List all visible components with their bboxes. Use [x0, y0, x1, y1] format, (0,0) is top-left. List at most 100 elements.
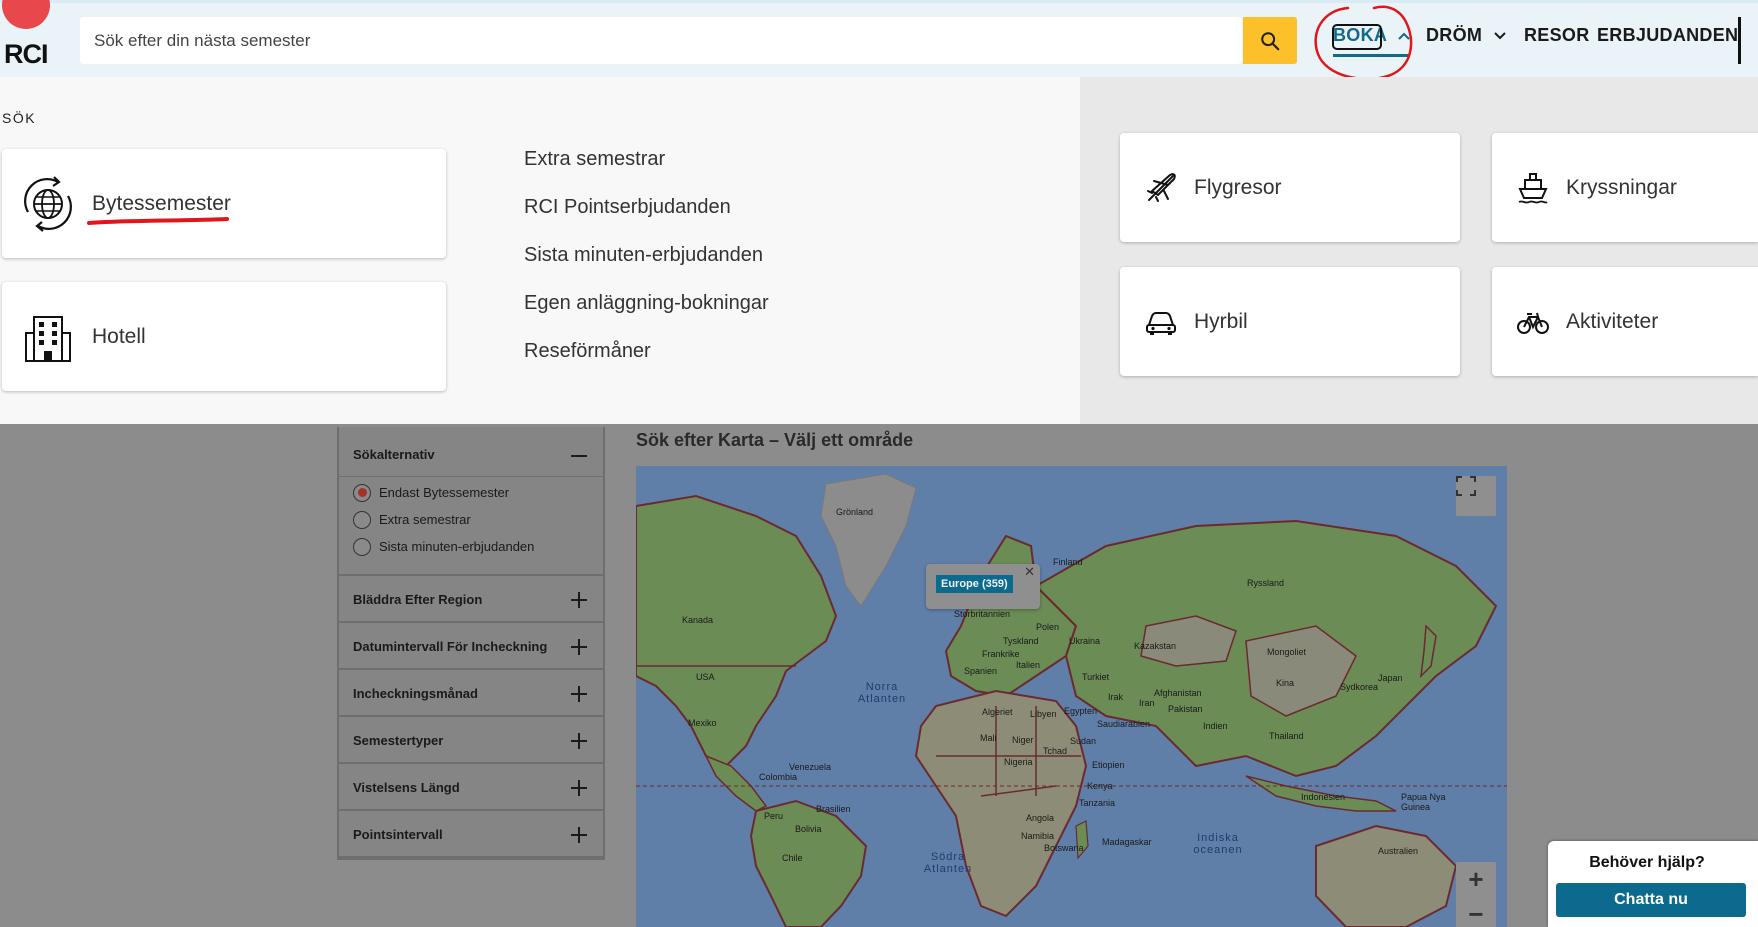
link-egen-anlaggning[interactable]: Egen anläggning-bokningar — [524, 279, 769, 327]
dropdown-section-label: SÖK — [2, 110, 37, 126]
radio-unselected-icon[interactable] — [353, 537, 371, 556]
expand-plus-icon[interactable] — [571, 686, 587, 702]
map-label-indien: Indien — [1203, 721, 1228, 731]
annotation-underline — [87, 217, 229, 225]
card-hyrbil[interactable]: Hyrbil — [1120, 267, 1460, 376]
radio-option-label: Extra semestrar — [379, 512, 471, 527]
expand-plus-icon[interactable] — [571, 592, 587, 608]
map-label-ukraina: Ukraina — [1069, 636, 1101, 646]
map-label-tyskland: Tyskland — [1003, 636, 1039, 646]
map-label-iran: Iran — [1139, 698, 1155, 708]
accordion-datumintervall[interactable]: Datumintervall För Incheckning — [339, 623, 603, 670]
link-extra-semestrar[interactable]: Extra semestrar — [524, 135, 769, 183]
globe-exchange-icon — [24, 175, 72, 232]
world-map[interactable]: Grönland Kanada USA Mexiko Finland Ryssl… — [636, 466, 1507, 927]
card-bytessemester[interactable]: Bytessemester — [2, 149, 446, 258]
expand-plus-icon[interactable] — [571, 733, 587, 749]
card-aktiviteter[interactable]: Aktiviteter — [1492, 267, 1758, 376]
map-label-venezuela: Venezuela — [789, 762, 832, 772]
collapse-minus-icon[interactable] — [571, 455, 587, 457]
map-label-kenya: Kenya — [1087, 781, 1113, 791]
card-hotell[interactable]: Hotell — [2, 282, 446, 391]
nav-drom-label: DRÖM — [1426, 25, 1483, 45]
ocean-label-south-atlantic: Södra Atlanten — [923, 851, 973, 875]
map-label-egypten: Egypten — [1064, 706, 1098, 716]
zoom-controls: + − — [1456, 862, 1496, 927]
map-label-ryssland: Ryssland — [1247, 578, 1285, 588]
map-label-finland: Finland — [1053, 557, 1083, 567]
header-divider — [1738, 17, 1741, 64]
map-label-colombia: Colombia — [759, 772, 798, 782]
search-option-radios: Endast Bytessemester Extra semestrar Sis… — [339, 477, 603, 576]
map-label-madagaskar: Madagaskar — [1102, 837, 1152, 847]
radio-option[interactable]: Sista minuten-erbjudanden — [353, 533, 603, 560]
link-rci-pointserbjudanden[interactable]: RCI Pointserbjudanden — [524, 183, 769, 231]
fullscreen-icon — [1456, 476, 1476, 496]
accordion-region[interactable]: Bläddra Efter Region — [339, 576, 603, 623]
link-sista-minuten[interactable]: Sista minuten-erbjudanden — [524, 231, 769, 279]
accordion-label: Pointsintervall — [353, 827, 443, 842]
boka-dropdown-panel: SÖK Bytessemester Hotell Extra semestrar… — [0, 77, 1758, 424]
dropdown-links: Extra semestrar RCI Pointserbjudanden Si… — [524, 135, 769, 375]
search-input[interactable]: Sök efter din nästa semester — [80, 17, 1242, 64]
accordion-label: Semestertyper — [353, 733, 444, 748]
europe-region-tag[interactable]: Europe (359) — [936, 575, 1013, 593]
map-label-libyen: Libyen — [1030, 709, 1057, 719]
chat-now-button[interactable]: Chatta nu — [1556, 883, 1746, 917]
radio-option[interactable]: Endast Bytessemester — [353, 479, 603, 506]
close-icon[interactable]: ✕ — [1024, 564, 1035, 580]
chevron-down-icon — [1493, 32, 1506, 40]
accordion-semestertyper[interactable]: Semestertyper — [339, 717, 603, 764]
expand-plus-icon[interactable] — [571, 780, 587, 796]
sokalternativ-header[interactable]: Sökalternativ — [339, 427, 603, 477]
nav-drom[interactable]: DRÖM — [1426, 25, 1506, 46]
map-label-niger: Niger — [1012, 735, 1034, 745]
expand-plus-icon[interactable] — [571, 639, 587, 655]
map-label-peru: Peru — [764, 811, 784, 821]
map-label-mali: Mali — [980, 733, 997, 743]
ocean-label-indian: Indiska oceanen — [1193, 832, 1243, 856]
map-label-kazakstan: Kazakstan — [1134, 641, 1177, 651]
radio-option-label: Sista minuten-erbjudanden — [379, 539, 535, 554]
map-label-mexiko: Mexiko — [688, 718, 717, 728]
help-chat-widget: Behöver hjälp? Chatta nu — [1548, 841, 1758, 927]
accordion-vistelsens-langd[interactable]: Vistelsens Längd — [339, 764, 603, 811]
card-aktiviteter-label: Aktiviteter — [1566, 309, 1659, 333]
map-label-sydkorea: Sydkorea — [1340, 682, 1379, 692]
map-label-pakistan: Pakistan — [1168, 704, 1203, 714]
zoom-out-button[interactable]: − — [1456, 897, 1496, 927]
hotel-building-icon — [25, 315, 71, 362]
airplane-icon — [1147, 172, 1176, 202]
map-label-mongoliet: Mongoliet — [1267, 647, 1307, 657]
accordion-pointsintervall[interactable]: Pointsintervall — [339, 811, 603, 858]
annotation-circle — [1314, 5, 1413, 81]
radio-selected-icon[interactable] — [353, 483, 371, 502]
map-title: Sök efter Karta – Välj ett område — [636, 430, 914, 450]
zoom-in-button[interactable]: + — [1456, 862, 1496, 897]
nav-resor[interactable]: RESOR — [1524, 25, 1590, 46]
search-button[interactable] — [1243, 17, 1297, 64]
radio-unselected-icon[interactable] — [353, 510, 371, 529]
fullscreen-button[interactable] — [1456, 476, 1496, 516]
expand-plus-icon[interactable] — [571, 827, 587, 843]
dropdown-right-section: Flygresor Kryssningar Hyrbil Aktiviteter — [1080, 77, 1758, 424]
link-reseformaner[interactable]: Reseförmåner — [524, 327, 769, 375]
rci-logo[interactable]: RCI — [2, 0, 62, 73]
card-kryssningar[interactable]: Kryssningar — [1492, 133, 1758, 242]
map-label-australien: Australien — [1378, 846, 1419, 856]
car-icon — [1146, 311, 1176, 335]
accordion-label: Incheckningsmånad — [353, 686, 478, 701]
map-label-botswana: Botswana — [1044, 843, 1084, 853]
nav-erbjudanden[interactable]: ERBJUDANDEN — [1597, 25, 1738, 46]
help-question: Behöver hjälp? — [1589, 854, 1705, 871]
map-label-afghanistan: Afghanistan — [1154, 688, 1202, 698]
dropdown-left-section: SÖK Bytessemester Hotell Extra semestrar… — [0, 77, 1080, 424]
radio-option-label: Endast Bytessemester — [379, 485, 510, 500]
radio-option[interactable]: Extra semestrar — [353, 506, 603, 533]
accordion-incheckningsmanad[interactable]: Incheckningsmånad — [339, 670, 603, 717]
map-label-irak: Irak — [1108, 692, 1124, 702]
world-map-land — [636, 473, 1507, 927]
card-flygresor[interactable]: Flygresor — [1120, 133, 1460, 242]
map-label-thailand: Thailand — [1269, 731, 1304, 741]
map-label-spanien: Spanien — [964, 666, 998, 676]
